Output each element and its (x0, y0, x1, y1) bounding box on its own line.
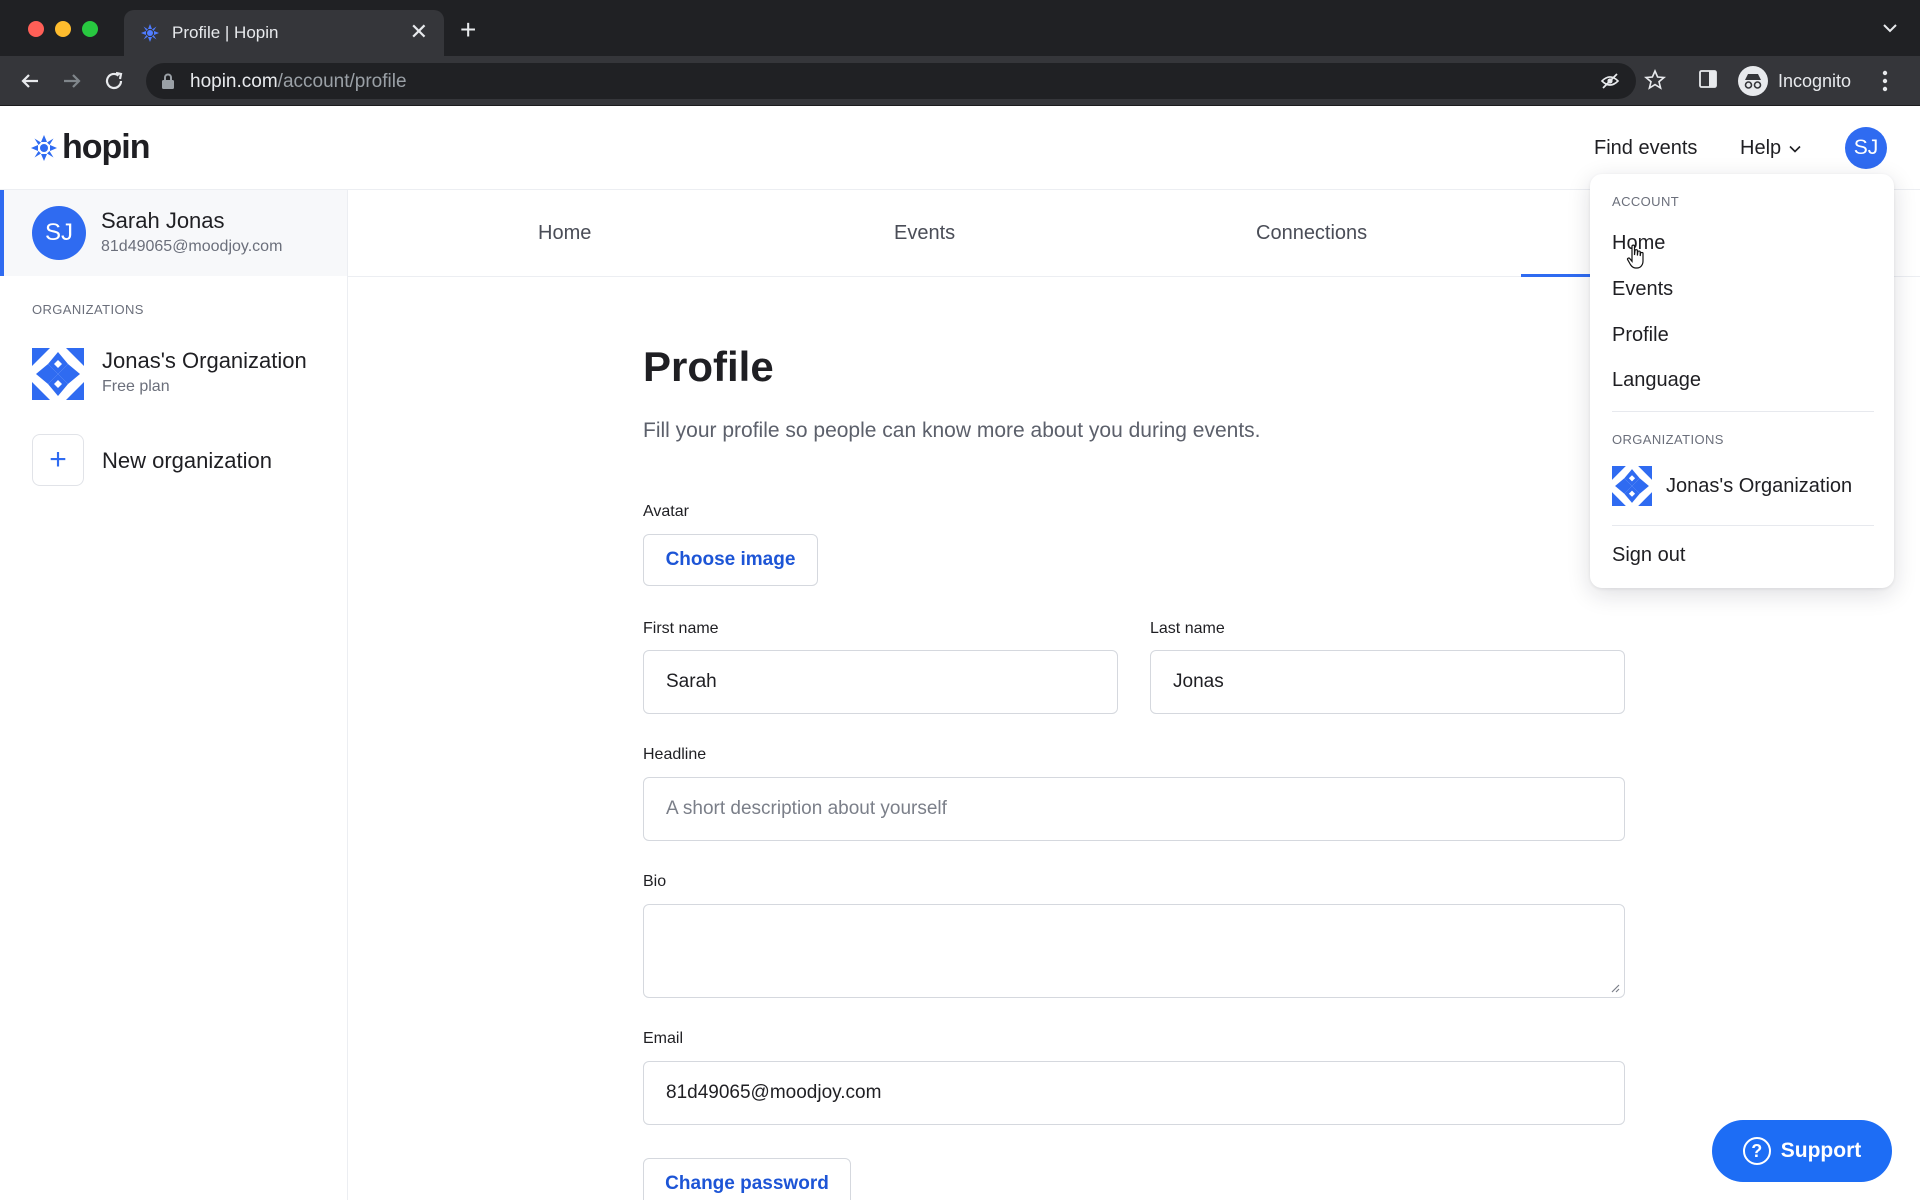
eye-slash-icon[interactable] (1600, 71, 1620, 91)
organization-logo-icon (32, 348, 84, 400)
bio-textarea[interactable] (643, 904, 1625, 998)
account-dropdown-menu: ACCOUNT Home Events Profile Language ORG… (1590, 174, 1894, 588)
new-tab-icon[interactable]: + (460, 16, 476, 44)
user-name: Sarah Jonas (101, 208, 225, 233)
hopin-wordmark: hopin (62, 128, 151, 166)
hopin-logo[interactable]: hopin (30, 128, 151, 167)
hopin-logo-icon (31, 134, 57, 161)
hand-cursor-icon (1626, 244, 1644, 269)
organizations-menu-label: ORGANIZATIONS (1612, 432, 1724, 447)
forward-arrow-icon[interactable] (58, 67, 86, 95)
choose-image-button[interactable]: Choose image (643, 534, 818, 586)
last-name-label: Last name (1150, 620, 1225, 637)
browser-tab-active[interactable]: Profile | Hopin ✕ (124, 10, 444, 56)
headline-label: Headline (643, 746, 707, 763)
url-text: hopin.com/account/profile (190, 71, 407, 93)
plus-icon: + (32, 434, 84, 486)
reload-icon[interactable] (100, 67, 128, 95)
tab-home[interactable]: Home (538, 222, 591, 245)
menu-divider (1612, 411, 1874, 412)
page-title: Profile (643, 343, 774, 390)
menu-organization-name: Jonas's Organization (1666, 474, 1853, 497)
menu-item-sign-out[interactable]: Sign out (1612, 544, 1685, 567)
organization-name: Jonas's Organization (102, 348, 307, 373)
bio-label: Bio (643, 873, 667, 890)
question-icon: ? (1742, 1137, 1771, 1165)
sidebar-item-organization[interactable]: Jonas's Organization Free plan (32, 346, 332, 402)
help-menu[interactable]: Help (1740, 137, 1801, 160)
address-bar[interactable]: hopin.com/account/profile (146, 63, 1636, 99)
new-organization-button[interactable]: + New organization (32, 434, 332, 486)
help-label: Help (1740, 137, 1782, 159)
tab-close-icon[interactable]: ✕ (410, 20, 428, 44)
organization-plan: Free plan (102, 378, 170, 395)
account-section-label: ACCOUNT (1612, 194, 1680, 209)
support-label: Support (1780, 1139, 1862, 1162)
menu-divider (1612, 525, 1874, 526)
sidebar-user-card[interactable]: SJ Sarah Jonas 81d49065@moodjoy.com (0, 190, 347, 276)
first-name-field[interactable]: Sarah (643, 650, 1118, 714)
window-close-button[interactable] (28, 21, 44, 37)
menu-item-events[interactable]: Events (1612, 278, 1673, 301)
url-path: /account/profile (277, 71, 407, 92)
incognito-icon (1738, 66, 1768, 96)
browser-tab-title: Profile | Hopin (172, 23, 279, 42)
change-password-button[interactable]: Change password (643, 1158, 851, 1200)
incognito-label: Incognito (1778, 70, 1852, 91)
browser-tab-bar: Profile | Hopin ✕ + (0, 0, 1920, 56)
menu-item-language[interactable]: Language (1612, 369, 1701, 392)
find-events-link[interactable]: Find events (1594, 137, 1697, 160)
avatar: SJ (32, 206, 86, 260)
window-minimize-button[interactable] (55, 21, 71, 37)
chevron-down-icon (1789, 145, 1801, 153)
browser-toolbar: hopin.com/account/profile Incognito (0, 56, 1920, 106)
window-zoom-button[interactable] (82, 21, 98, 37)
tab-events[interactable]: Events (894, 222, 955, 245)
tab-search-chevron-icon[interactable] (1880, 18, 1900, 38)
lock-icon[interactable] (160, 72, 176, 90)
bookmark-star-icon[interactable] (1644, 69, 1666, 91)
headline-field[interactable]: A short description about yourself (643, 777, 1625, 841)
email-field[interactable]: 81d49065@moodjoy.com (643, 1061, 1625, 1125)
user-avatar-button[interactable]: SJ (1845, 127, 1887, 169)
menu-item-organization[interactable]: Jonas's Organization (1612, 466, 1852, 506)
organization-logo-icon (1612, 466, 1652, 506)
new-organization-label: New organization (102, 448, 272, 473)
tab-connections[interactable]: Connections (1256, 222, 1367, 245)
back-arrow-icon[interactable] (16, 67, 44, 95)
first-name-label: First name (643, 620, 719, 637)
incognito-badge[interactable]: Incognito (1738, 64, 1851, 98)
email-label: Email (643, 1030, 684, 1047)
support-button[interactable]: ? Support (1712, 1120, 1892, 1182)
user-email: 81d49065@moodjoy.com (101, 238, 283, 255)
menu-item-profile[interactable]: Profile (1612, 324, 1669, 347)
last-name-field[interactable]: Jonas (1150, 650, 1625, 714)
page-subtitle: Fill your profile so people can know mor… (643, 419, 1261, 442)
hopin-favicon-icon (141, 24, 159, 42)
url-host: hopin.com (190, 71, 278, 92)
organizations-section-label: ORGANIZATIONS (32, 302, 144, 317)
avatar-label: Avatar (643, 503, 689, 520)
sidebar: SJ Sarah Jonas 81d49065@moodjoy.com ORGA… (0, 190, 348, 1200)
side-panel-icon[interactable] (1698, 69, 1718, 89)
resize-grip-icon[interactable] (1610, 983, 1620, 993)
browser-menu-icon[interactable] (1882, 70, 1888, 92)
